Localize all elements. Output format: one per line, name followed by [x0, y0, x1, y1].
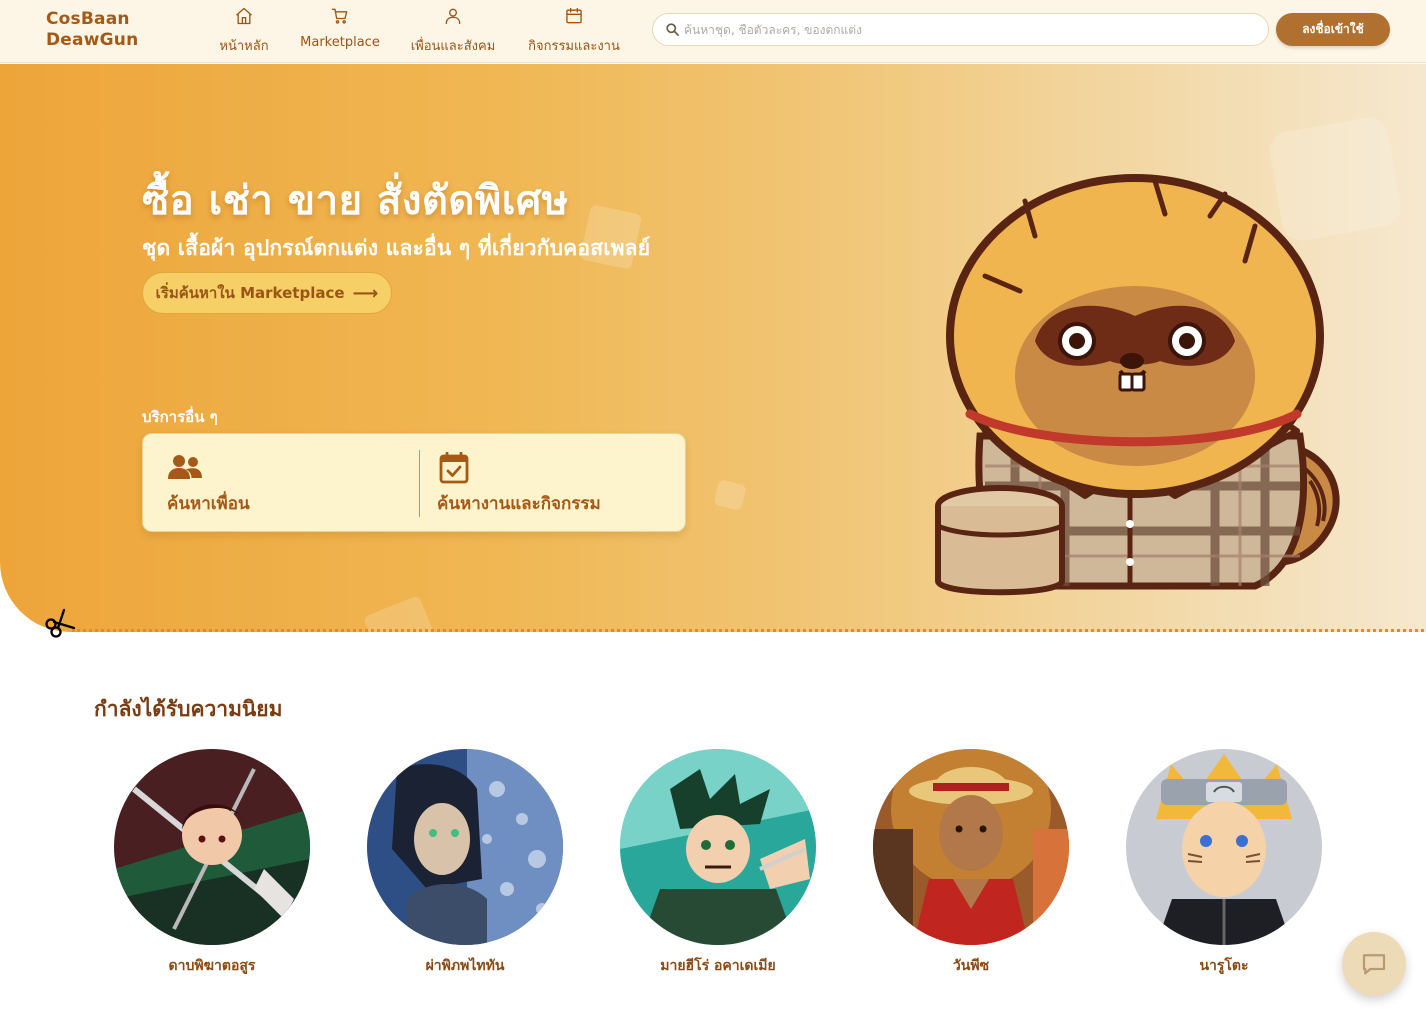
hero-title: ซื้อ เช่า ขาย สั่งตัดพิเศษ: [142, 178, 569, 224]
chat-icon: [1362, 954, 1386, 975]
decor-shape: [362, 594, 442, 632]
popular-item-attack-on-titan[interactable]: ผ่าพิภพไททัน: [367, 749, 563, 977]
services-panel: ค้นหาเพื่อน ค้นหางานและกิจกรรม: [142, 433, 686, 532]
nav-home-label: หน้าหลัก: [219, 39, 269, 54]
decor-shape: [713, 478, 747, 512]
find-friends-button[interactable]: ค้นหาเพื่อน: [143, 434, 419, 533]
find-events-button[interactable]: ค้นหางานและกิจกรรม: [420, 434, 686, 533]
character-image: [114, 749, 310, 945]
search-icon: [666, 23, 679, 36]
character-image: [620, 749, 816, 945]
nav-home[interactable]: หน้าหลัก: [216, 6, 272, 56]
character-name: นารูโตะ: [1199, 958, 1249, 974]
home-icon: [236, 7, 252, 25]
nav-social[interactable]: เพื่อนและสังคม: [408, 6, 498, 56]
cut-line-divider: [72, 629, 1424, 632]
calendar-check-icon: [439, 452, 469, 484]
hero-subtitle: ชุด เสื้อผ้า อุปกรณ์ตกแต่ง และอื่น ๆ ที่…: [142, 236, 651, 260]
chat-button[interactable]: [1342, 932, 1406, 996]
character-name: วันพีซ: [952, 958, 990, 974]
nav-social-label: เพื่อนและสังคม: [410, 39, 496, 54]
character-name: มายฮีโร่ อคาเดเมีย: [660, 958, 776, 974]
character-image: [367, 749, 563, 945]
calendar-icon: [566, 7, 582, 24]
character-name: ผ่าพิภพไททัน: [425, 958, 505, 974]
search-bar[interactable]: [652, 13, 1269, 46]
nav-marketplace-label: Marketplace: [300, 35, 380, 50]
cart-icon: [331, 8, 348, 24]
arrow-right-icon: ⟶: [352, 282, 379, 304]
logo[interactable]: CosBaan DeawGun: [46, 9, 138, 51]
marketplace-cta-button[interactable]: เริ่มค้นหาใน Marketplace ⟶: [142, 272, 392, 314]
logo-line-2: DeawGun: [46, 30, 139, 50]
user-icon: [445, 8, 461, 25]
users-icon: [168, 455, 202, 479]
search-input[interactable]: [684, 22, 1244, 37]
popular-item-demon-slayer[interactable]: ดาบพิฆาตอสูร: [114, 749, 310, 977]
hero-banner: ซื้อ เช่า ขาย สั่งตัดพิเศษ ชุด เสื้อผ้า …: [0, 64, 1426, 632]
nav-events[interactable]: กิจกรรมและงาน: [526, 6, 622, 56]
find-friends-label: ค้นหาเพื่อน: [167, 494, 250, 514]
popular-section-title: กำลังได้รับความนิยม: [94, 697, 283, 721]
find-events-label: ค้นหางานและกิจกรรม: [437, 494, 601, 514]
sign-in-button[interactable]: ลงชื่อเข้าใช้: [1276, 13, 1390, 46]
popular-item-one-piece[interactable]: วันพีซ: [873, 749, 1069, 977]
nav-marketplace[interactable]: Marketplace: [298, 6, 382, 56]
popular-item-naruto[interactable]: นารูโตะ: [1126, 749, 1322, 977]
logo-line-1: CosBaan: [46, 9, 130, 29]
cta-label: เริ่มค้นหาใน Marketplace: [155, 284, 345, 302]
other-services-label: บริการอื่น ๆ: [142, 408, 218, 426]
scissors-icon: [45, 608, 76, 638]
character-name: ดาบพิฆาตอสูร: [168, 958, 256, 974]
character-image: [873, 749, 1069, 945]
nav-events-label: กิจกรรมและงาน: [528, 39, 620, 54]
popular-item-my-hero-academia[interactable]: มายฮีโร่ อคาเดเมีย: [620, 749, 816, 977]
top-nav: CosBaan DeawGun หน้าหลัก Marketplace เพื…: [0, 0, 1426, 63]
character-image: [1126, 749, 1322, 945]
tanuki-mascot-illustration: [935, 174, 1340, 596]
